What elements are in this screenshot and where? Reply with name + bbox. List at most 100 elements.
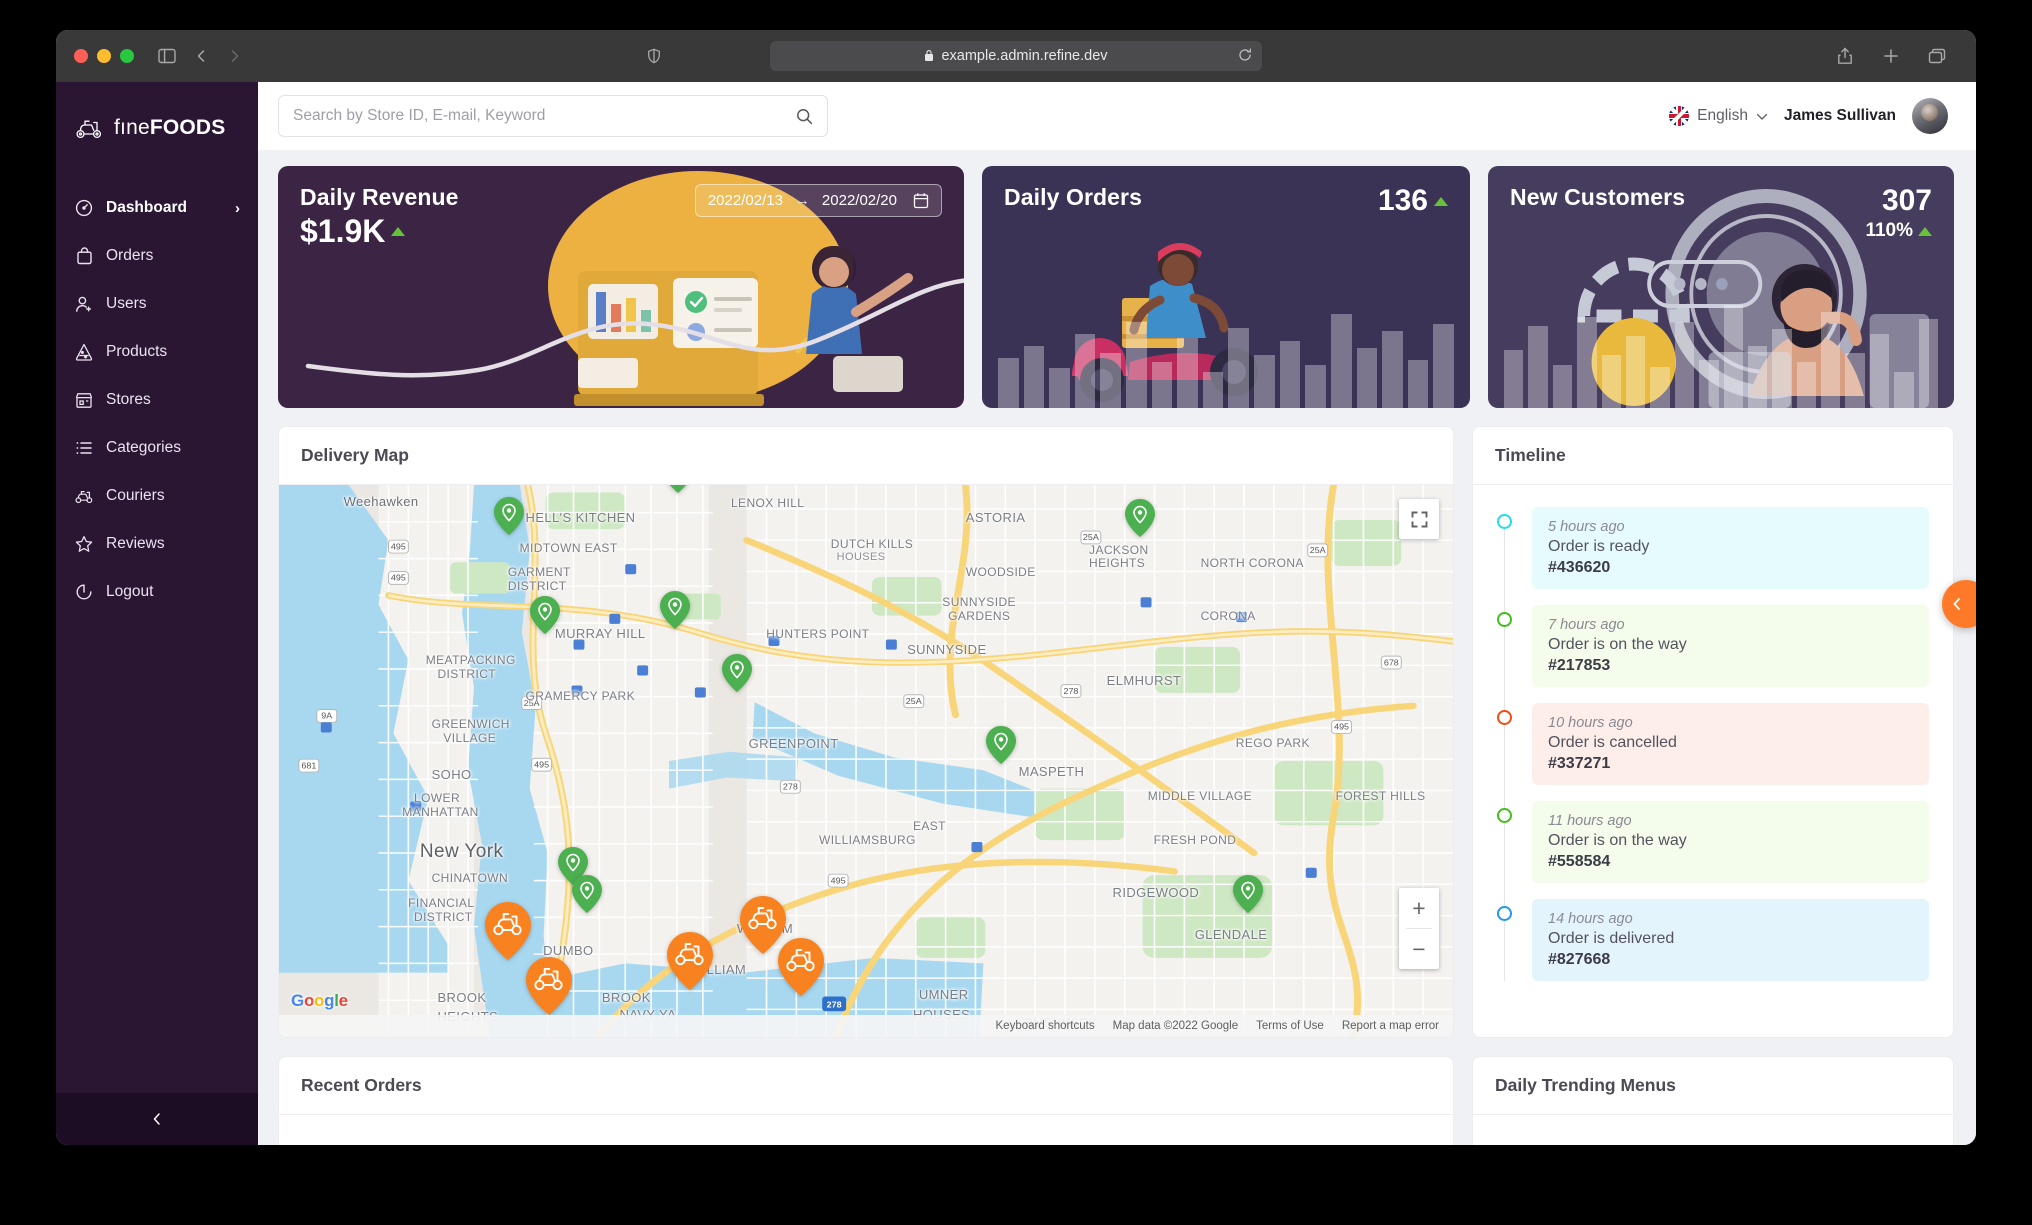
sidebar-item-label: Logout [106, 583, 154, 600]
zoom-out-button[interactable]: − [1399, 929, 1439, 969]
sidebar-item-couriers[interactable]: Couriers [56, 472, 258, 520]
map-footer: Keyboard shortcuts Map data ©2022 Google… [279, 1015, 1453, 1037]
customers-value-row: 307 [1865, 184, 1932, 218]
fullscreen-icon[interactable] [1399, 499, 1439, 539]
map-pins-layer[interactable] [279, 485, 1453, 1037]
sidebar-item-categories[interactable]: Categories [56, 424, 258, 472]
stat-title: Daily Orders [1004, 184, 1142, 210]
close-window-button[interactable] [74, 49, 88, 63]
avatar[interactable] [1912, 98, 1948, 134]
timeline-item[interactable]: 10 hours ago Order is cancelled #337271 [1497, 703, 1929, 785]
window-traffic-lights[interactable] [74, 49, 134, 63]
chevron-left-icon [1953, 598, 1960, 610]
map-store-pin[interactable] [986, 725, 1016, 764]
map-store-pin[interactable] [571, 874, 602, 913]
zoom-in-button[interactable]: + [1399, 888, 1439, 928]
plus-icon[interactable] [1878, 43, 1904, 69]
timeline-card[interactable]: 5 hours ago Order is ready #436620 [1532, 507, 1929, 589]
calendar-icon[interactable] [913, 192, 929, 209]
map-courier-pin[interactable] [526, 956, 573, 1015]
orders-value-row: 136 [1378, 184, 1448, 218]
timeline-text: Order is cancelled [1548, 734, 1677, 751]
map-footer-terms[interactable]: Terms of Use [1256, 1020, 1324, 1032]
timeline-order-id: #337271 [1548, 755, 1611, 772]
main-area: English James Sullivan [258, 82, 1976, 1145]
date-to[interactable]: 2022/02/20 [822, 192, 897, 209]
minimize-window-button[interactable] [97, 49, 111, 63]
search-box[interactable] [278, 95, 828, 137]
app-root: fıneFOODS Dashboard › Orders Users Produ… [56, 82, 1976, 1145]
map-store-pin[interactable] [1124, 499, 1155, 538]
timeline-card[interactable]: 10 hours ago Order is cancelled #337271 [1532, 703, 1929, 785]
search-input[interactable] [293, 107, 796, 125]
chevron-down-icon [1756, 113, 1768, 120]
uk-flag-icon [1669, 106, 1690, 126]
forward-button[interactable] [222, 43, 248, 69]
sidebar-item-logout[interactable]: Logout [56, 568, 258, 616]
map-store-pin[interactable] [659, 590, 690, 629]
stat-value: 136 [1377, 184, 1428, 217]
brand-name-bold: FOODS [149, 116, 226, 139]
map-footer-keyboard-shortcuts[interactable]: Keyboard shortcuts [996, 1020, 1095, 1032]
language-selector[interactable]: English [1669, 106, 1768, 126]
sidebar-item-dashboard[interactable]: Dashboard › [56, 184, 258, 232]
timeline-item[interactable]: 7 hours ago Order is on the way #217853 [1497, 605, 1929, 687]
map-viewport[interactable]: 495 495 278 278 25A 25A 25A 25A 495 495 … [279, 485, 1453, 1037]
sidebar-item-reviews[interactable]: Reviews [56, 520, 258, 568]
timeline-status-dot [1497, 710, 1512, 725]
orders-header: Daily Orders 136 [1004, 184, 1448, 218]
back-button[interactable] [188, 43, 214, 69]
map-footer-report[interactable]: Report a map error [1342, 1020, 1439, 1032]
timeline-item[interactable]: 14 hours ago Order is delivered #827668 [1497, 899, 1929, 981]
reload-icon[interactable] [1238, 48, 1252, 64]
map-store-pin[interactable] [721, 654, 752, 692]
timeline-card[interactable]: 11 hours ago Order is on the way #558584 [1532, 801, 1929, 883]
recent-orders-panel: Recent Orders [278, 1056, 1454, 1145]
url-bar[interactable]: example.admin.refine.dev [770, 41, 1262, 71]
map-store-pin[interactable] [663, 485, 693, 494]
sidebar-item-users[interactable]: Users [56, 280, 258, 328]
daily-trending-menus-panel: Daily Trending Menus [1472, 1056, 1954, 1145]
timeline-text: Order is on the way [1548, 636, 1687, 653]
scooter-logo-icon [74, 116, 104, 140]
dashboard-content: Daily Revenue $1.9K 2022/02/13 → 2022/02… [258, 150, 1976, 1145]
lock-icon [924, 50, 934, 62]
brand-logo[interactable]: fıneFOODS [56, 94, 258, 162]
sidebar-nav: Dashboard › Orders Users Products Stores… [56, 184, 258, 616]
map-store-pin[interactable] [530, 596, 561, 635]
sidebar-collapse-button[interactable] [56, 1093, 258, 1145]
sidebar-item-orders[interactable]: Orders [56, 232, 258, 280]
sidebar-item-stores[interactable]: Stores [56, 376, 258, 424]
topbar-right: English James Sullivan [1669, 98, 1948, 134]
map-zoom-controls[interactable]: + − [1399, 888, 1439, 969]
sidebar-toggle-icon[interactable] [154, 43, 180, 69]
timeline-body[interactable]: 5 hours ago Order is ready #436620 7 hours … [1473, 485, 1953, 1037]
daily-trending-menus-title: Daily Trending Menus [1473, 1057, 1953, 1115]
timeline-order-id: #827668 [1548, 951, 1611, 968]
shield-icon[interactable] [641, 43, 667, 69]
timeline-item[interactable]: 11 hours ago Order is on the way #558584 [1497, 801, 1929, 883]
sidebar-item-label: Categories [106, 439, 181, 456]
map-courier-pin[interactable] [484, 901, 531, 960]
map-courier-pin[interactable] [666, 932, 713, 991]
search-icon[interactable] [796, 108, 813, 125]
stat-percent: 110% [1865, 220, 1913, 241]
date-range-picker[interactable]: 2022/02/13 → 2022/02/20 [694, 184, 942, 217]
map-courier-pin[interactable] [778, 937, 825, 996]
tabs-icon[interactable] [1924, 43, 1950, 69]
date-from[interactable]: 2022/02/13 [708, 192, 783, 209]
map-footer-attribution: Map data ©2022 Google [1112, 1020, 1239, 1032]
share-icon[interactable] [1832, 43, 1858, 69]
orders-bar-chart [998, 288, 1454, 408]
sidebar-item-label: Dashboard [106, 199, 187, 216]
timeline-card[interactable]: 7 hours ago Order is on the way #217853 [1532, 605, 1929, 687]
map-store-pin[interactable] [494, 496, 525, 535]
star-icon [74, 534, 94, 554]
timeline-item[interactable]: 5 hours ago Order is ready #436620 [1497, 507, 1929, 589]
timeline-card[interactable]: 14 hours ago Order is delivered #827668 [1532, 899, 1929, 981]
stat-card-new-customers: New Customers 307 110% [1488, 166, 1954, 408]
bag-icon [74, 246, 94, 266]
sidebar-item-products[interactable]: Products [56, 328, 258, 376]
maximize-window-button[interactable] [120, 49, 134, 63]
map-store-pin[interactable] [1232, 874, 1263, 913]
